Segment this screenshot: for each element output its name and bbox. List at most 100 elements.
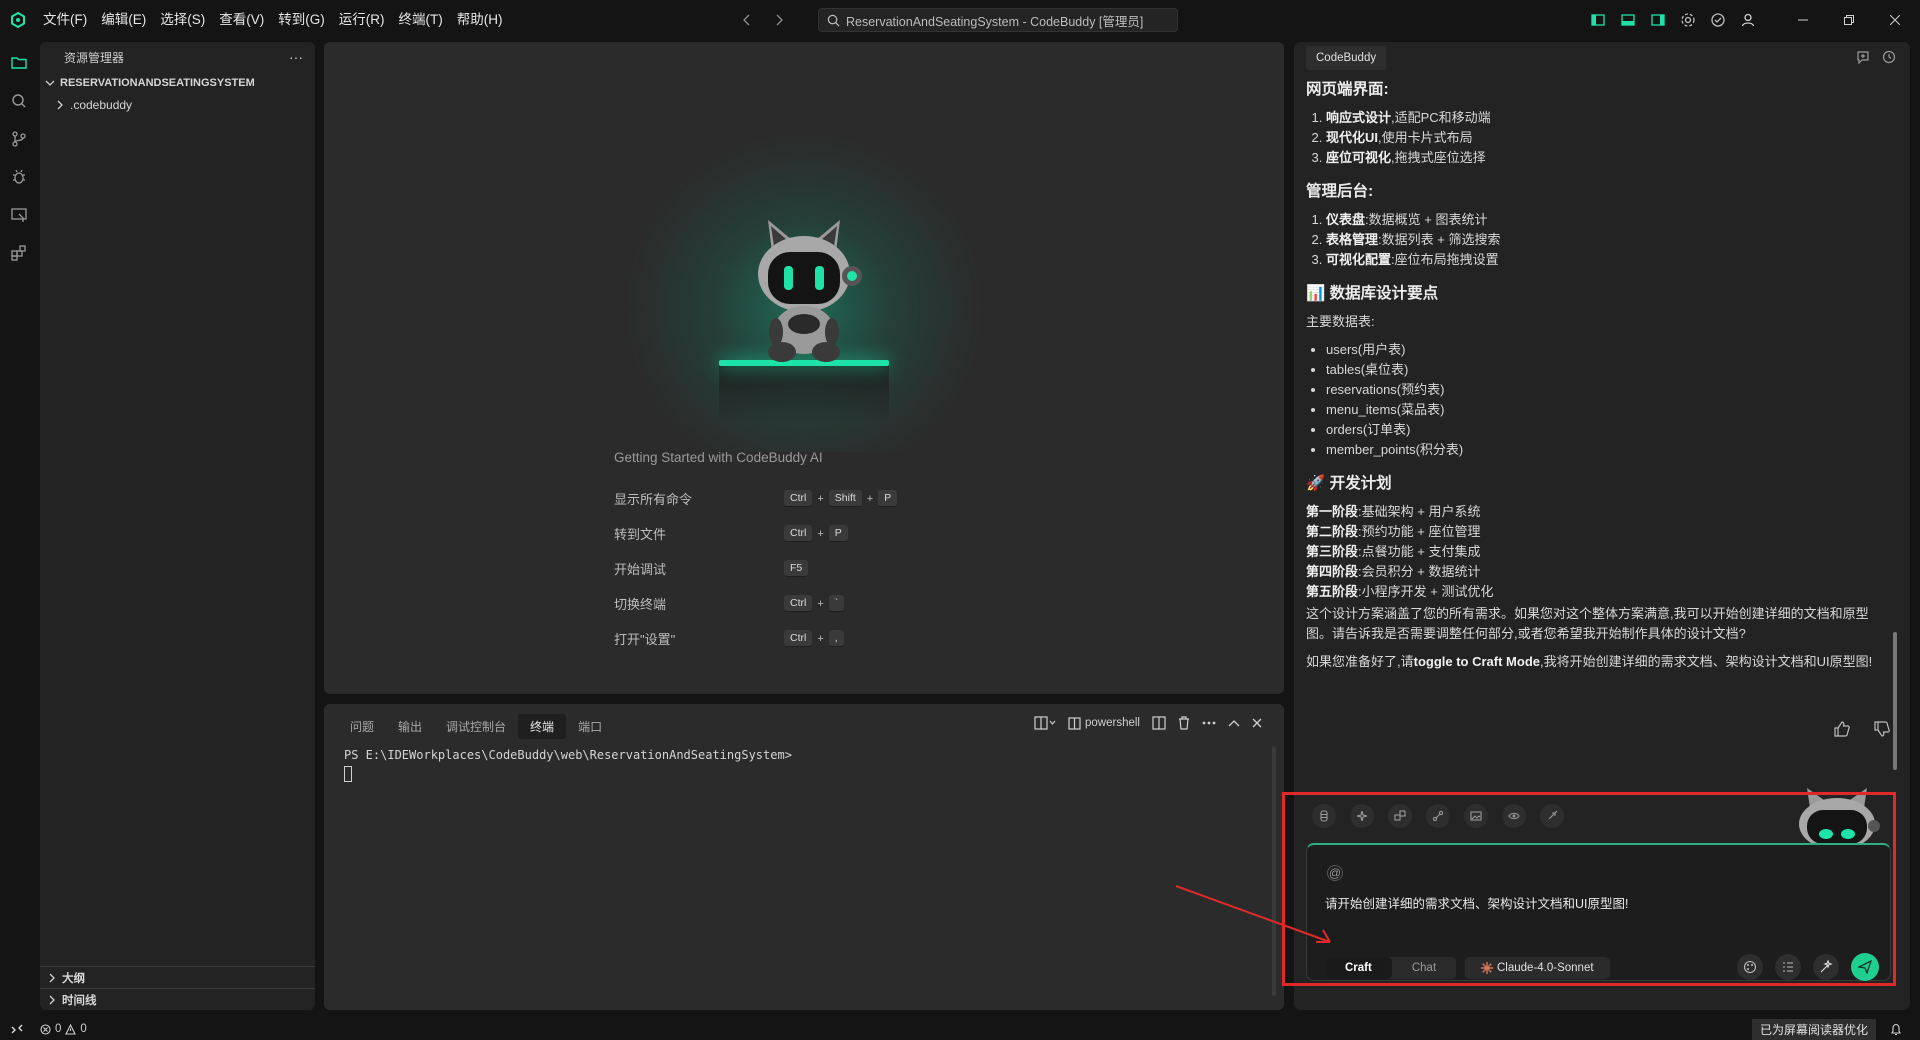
- shortcut-keys: Ctrl + ,: [784, 630, 844, 647]
- admin-list: 仪表盘:数据概览 + 图表统计 表格管理:数据列表 + 筛选搜索 可视化配置:座…: [1306, 210, 1886, 270]
- key-plus: +: [817, 597, 824, 610]
- split-terminal-icon[interactable]: [1152, 716, 1166, 730]
- key: Ctrl: [784, 525, 813, 542]
- terminal-prompt[interactable]: PS E:\IDEWorkplaces\CodeBuddy\web\Reserv…: [344, 748, 792, 762]
- item-bold: 可视化配置: [1326, 252, 1392, 267]
- shortcut-start-debugging[interactable]: 开始调试 F5: [614, 559, 1014, 578]
- item-bold: 响应式设计: [1326, 110, 1392, 125]
- tab-ports[interactable]: 端口: [566, 714, 614, 739]
- shortcut-keys: F5: [784, 560, 809, 577]
- menu-file[interactable]: 文件(F): [36, 7, 94, 33]
- chat-scrollbar[interactable]: [1893, 632, 1897, 770]
- list-item: users(用户表): [1326, 340, 1886, 360]
- close-icon[interactable]: [1872, 5, 1918, 35]
- folder-codebuddy[interactable]: .codebuddy: [40, 94, 315, 116]
- workspace-root[interactable]: RESERVATIONANDSEATINGSYSTEM: [40, 72, 315, 94]
- toggle-secondary-sidebar-icon[interactable]: [1650, 12, 1666, 28]
- key: P: [828, 525, 848, 542]
- list-item: 响应式设计,适配PC和移动端: [1326, 108, 1886, 128]
- shortcut-label: 显示所有命令: [614, 492, 693, 507]
- forward-arrow-icon[interactable]: [772, 8, 786, 32]
- close-panel-icon[interactable]: [1252, 718, 1262, 728]
- thumbs-up-icon[interactable]: [1833, 720, 1851, 738]
- timeline-section[interactable]: 时间线: [40, 988, 315, 1010]
- explorer-icon[interactable]: [10, 54, 28, 72]
- debug-icon[interactable]: [10, 168, 28, 186]
- list-item: 表格管理:数据列表 + 筛选搜索: [1326, 230, 1886, 250]
- command-center-search[interactable]: ReservationAndSeatingSystem - CodeBuddy …: [818, 8, 1178, 32]
- tab-terminal[interactable]: 终端: [518, 714, 567, 739]
- shortcut-go-to-file[interactable]: 转到文件 Ctrl + P: [614, 524, 1014, 543]
- shortcut-keys: Ctrl + `: [784, 595, 845, 612]
- item-text: :数据概览 + 图表统计: [1365, 212, 1488, 227]
- phase-bold: 第四阶段: [1306, 564, 1359, 579]
- item-text: ,拖拽式座位选择: [1391, 150, 1486, 165]
- search-view-icon[interactable]: [10, 92, 28, 110]
- terminal-instance[interactable]: powershell: [1068, 716, 1140, 730]
- shield-icon[interactable]: [1710, 12, 1726, 28]
- menu-go[interactable]: 转到(G): [271, 7, 332, 33]
- phase-text: :会员积分 + 数据统计: [1358, 564, 1481, 579]
- menu-run[interactable]: 运行(R): [332, 7, 392, 33]
- shortcut-toggle-terminal[interactable]: 切换终端 Ctrl + `: [614, 594, 1014, 613]
- remote-explorer-icon[interactable]: [10, 206, 28, 224]
- screen-reader-status[interactable]: 已为屏幕阅读器优化: [1752, 1018, 1877, 1040]
- bell-icon[interactable]: [1890, 1023, 1902, 1036]
- menu-view[interactable]: 查看(V): [212, 7, 271, 33]
- maximize-panel-icon[interactable]: [1228, 718, 1240, 728]
- toggle-sidebar-icon[interactable]: [1590, 12, 1606, 28]
- shortcut-open-settings[interactable]: 打开"设置" Ctrl + ,: [614, 629, 1014, 648]
- item-text: :座位布局拖拽设置: [1391, 252, 1499, 267]
- new-terminal-split-icon[interactable]: [1034, 716, 1056, 730]
- shortcut-label: 开始调试: [614, 562, 667, 577]
- menu-help[interactable]: 帮助(H): [450, 7, 510, 33]
- welcome-title: Getting Started with CodeBuddy AI: [614, 450, 823, 465]
- shortcut-show-commands[interactable]: 显示所有命令 Ctrl + Shift + P: [614, 489, 1014, 508]
- tab-problems[interactable]: 问题: [338, 714, 386, 739]
- web-ui-heading: 网页端界面:: [1306, 81, 1389, 98]
- phase-row: 第三阶段:点餐功能 + 支付集成: [1306, 542, 1886, 562]
- extensions-icon[interactable]: [10, 244, 28, 262]
- problems-indicator[interactable]: 0 0: [40, 1023, 87, 1035]
- terminal-scrollbar[interactable]: [1272, 746, 1276, 996]
- menu-edit[interactable]: 编辑(E): [94, 7, 153, 33]
- more-actions-icon[interactable]: ···: [289, 49, 303, 65]
- menu-selection[interactable]: 选择(S): [153, 7, 212, 33]
- back-arrow-icon[interactable]: [740, 8, 754, 32]
- activity-bar: [0, 40, 38, 1010]
- source-control-icon[interactable]: [10, 130, 28, 148]
- chevron-right-icon: [54, 99, 66, 111]
- panel-tabs: 问题 输出 调试控制台 终端 端口: [338, 714, 614, 739]
- nav-arrows: [740, 8, 786, 32]
- remote-indicator-icon[interactable]: [0, 1018, 34, 1040]
- tab-output[interactable]: 输出: [386, 714, 434, 739]
- restore-icon[interactable]: [1826, 5, 1872, 35]
- ready-prefix: 如果您准备好了,请: [1306, 654, 1414, 669]
- phase-text: :基础架构 + 用户系统: [1358, 504, 1481, 519]
- phase-text: :预约功能 + 座位管理: [1358, 524, 1481, 539]
- web-ui-list: 响应式设计,适配PC和移动端 现代化UI,使用卡片式布局 座位可视化,拖拽式座位…: [1306, 108, 1886, 168]
- timeline-label: 时间线: [62, 994, 97, 1007]
- shortcut-label: 打开"设置": [614, 632, 676, 647]
- chat-tab[interactable]: CodeBuddy: [1306, 46, 1387, 70]
- list-item: 现代化UI,使用卡片式布局: [1326, 128, 1886, 148]
- outline-section[interactable]: 大纲: [40, 966, 315, 988]
- gear-icon[interactable]: [1680, 12, 1696, 28]
- chevron-down-icon: [44, 77, 56, 89]
- thumbs-down-icon[interactable]: [1873, 720, 1891, 738]
- minimize-icon[interactable]: [1780, 5, 1826, 35]
- phase-row: 第二阶段:预约功能 + 座位管理: [1306, 522, 1886, 542]
- key: ,: [828, 630, 844, 647]
- tab-debug-console[interactable]: 调试控制台: [434, 714, 518, 739]
- toggle-panel-icon[interactable]: [1620, 12, 1636, 28]
- new-chat-icon[interactable]: [1856, 50, 1870, 64]
- editor-welcome: Getting Started with CodeBuddy AI 显示所有命令…: [324, 42, 1284, 694]
- more-icon[interactable]: [1202, 721, 1216, 725]
- history-icon[interactable]: [1882, 50, 1896, 64]
- error-count: 0: [55, 1023, 62, 1035]
- trash-icon[interactable]: [1178, 716, 1190, 730]
- mascot-robot-cat-icon: [734, 212, 874, 364]
- menu-terminal[interactable]: 终端(T): [392, 7, 450, 33]
- account-icon[interactable]: [1740, 12, 1756, 28]
- list-item: 可视化配置:座位布局拖拽设置: [1326, 250, 1886, 270]
